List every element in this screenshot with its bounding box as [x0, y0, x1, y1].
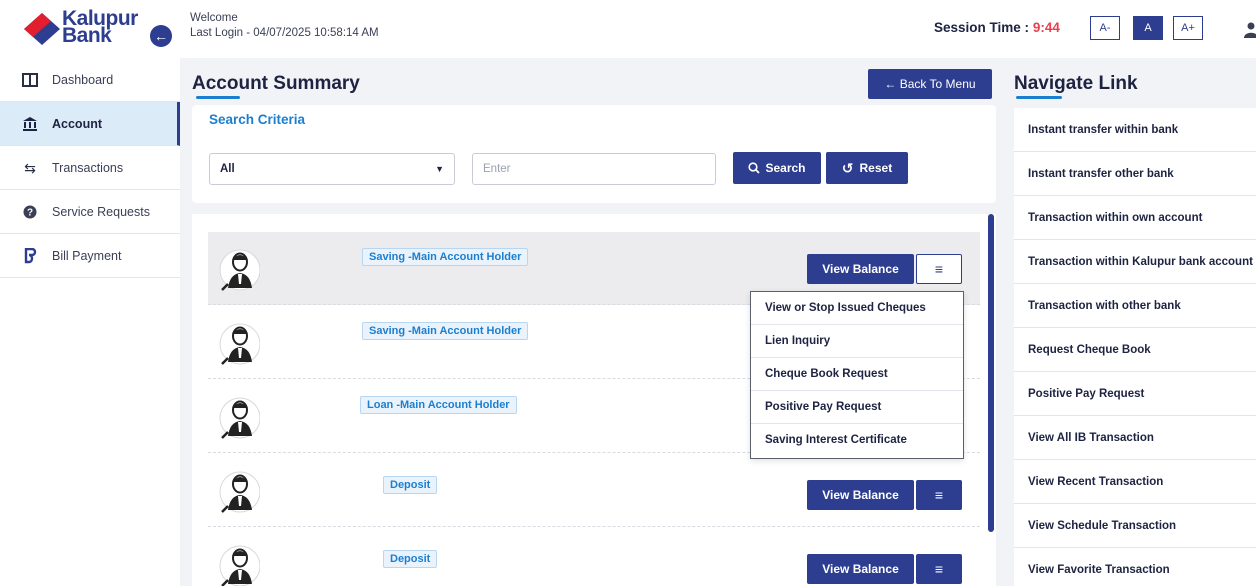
font-decrease-button[interactable]: A-: [1090, 16, 1120, 40]
account-type-badge: Deposit: [383, 550, 438, 568]
account-options-button[interactable]: ≡: [916, 554, 962, 584]
sidebar-item-bill-payment[interactable]: Bill Payment: [0, 234, 180, 278]
search-criteria-label: Search Criteria: [209, 112, 306, 127]
nav-link-view-favorite[interactable]: View Favorite Transaction: [1014, 548, 1256, 586]
sidebar-item-transactions[interactable]: ⇆ Transactions: [0, 146, 180, 190]
select-value: All: [220, 163, 235, 175]
sidebar: Dashboard Account ⇆ Transactions ? Servi…: [0, 58, 180, 586]
accounts-scrollbar[interactable]: [988, 214, 994, 532]
account-type-badge: Deposit: [383, 476, 438, 494]
search-button-label: Search: [765, 161, 806, 175]
account-holder-avatar-icon: [219, 545, 260, 586]
user-profile-icon[interactable]: [1244, 22, 1256, 38]
account-holder-avatar-icon: [219, 397, 260, 439]
welcome-text: Welcome: [190, 12, 238, 24]
account-row[interactable]: Deposit View Balance ≡: [208, 528, 980, 586]
sidebar-item-label: Transactions: [52, 160, 124, 175]
nav-link-request-cheque-book[interactable]: Request Cheque Book: [1014, 328, 1256, 372]
nav-title-underline: [1016, 96, 1062, 99]
account-type-badge: Saving -Main Account Holder: [362, 322, 529, 340]
search-criteria-panel: Search Criteria All ▼ Search ↺ Reset: [192, 105, 996, 203]
view-balance-button[interactable]: View Balance: [807, 554, 914, 584]
sidebar-item-label: Dashboard: [52, 72, 114, 87]
navigate-link-title: Navigate Link: [1014, 73, 1138, 94]
account-holder-avatar-icon: [219, 249, 260, 291]
account-options-dropdown: View or Stop Issued Cheques Lien Inquiry…: [750, 291, 964, 459]
help-circle-icon: ?: [23, 205, 37, 218]
kalupur-bank-logo[interactable]: Kalupur Bank: [24, 8, 152, 49]
last-login-text: Last Login - 04/07/2025 10:58:14 AM: [190, 27, 379, 39]
list-menu-icon: ≡: [934, 487, 944, 503]
list-menu-icon: ≡: [934, 561, 944, 577]
menu-item-view-stop-cheques[interactable]: View or Stop Issued Cheques: [751, 292, 963, 325]
account-filter-select[interactable]: All ▼: [209, 153, 455, 185]
arrow-left-icon: ←: [154, 28, 168, 44]
account-type-badge: Saving -Main Account Holder: [362, 248, 529, 266]
menu-item-saving-interest-certificate[interactable]: Saving Interest Certificate: [751, 424, 963, 457]
nav-link-view-recent[interactable]: View Recent Transaction: [1014, 460, 1256, 504]
account-row[interactable]: Deposit View Balance ≡: [208, 454, 980, 527]
dashboard-icon: [22, 72, 38, 87]
nav-link-other-bank[interactable]: Transaction with other bank: [1014, 284, 1256, 328]
view-balance-button[interactable]: View Balance: [807, 480, 914, 510]
sidebar-item-dashboard[interactable]: Dashboard: [0, 58, 180, 102]
account-type-badge: Loan -Main Account Holder: [360, 396, 517, 414]
session-label: Session Time :: [934, 20, 1030, 35]
nav-link-within-kalupur[interactable]: Transaction within Kalupur bank account: [1014, 240, 1256, 284]
svg-text:?: ?: [27, 207, 33, 218]
title-underline: [196, 96, 240, 99]
nav-link-instant-transfer-other[interactable]: Instant transfer other bank: [1014, 152, 1256, 196]
search-button[interactable]: Search: [733, 152, 821, 184]
nav-link-view-all-ib[interactable]: View All IB Transaction: [1014, 416, 1256, 460]
logo-mark-icon: [24, 13, 60, 45]
font-increase-button[interactable]: A+: [1173, 16, 1203, 40]
back-to-menu-button[interactable]: ← Back To Menu: [868, 69, 992, 99]
search-icon: [748, 162, 761, 174]
reset-button-label: Reset: [859, 161, 893, 175]
nav-link-instant-transfer-within[interactable]: Instant transfer within bank: [1014, 108, 1256, 152]
sidebar-item-label: Account: [52, 116, 102, 131]
nav-link-view-schedule[interactable]: View Schedule Transaction: [1014, 504, 1256, 548]
reset-icon: ↺: [841, 159, 854, 176]
menu-item-lien-inquiry[interactable]: Lien Inquiry: [751, 325, 963, 358]
bill-payment-icon: [24, 247, 37, 263]
font-normal-button[interactable]: A: [1133, 16, 1163, 40]
account-options-button[interactable]: ≡: [916, 480, 962, 510]
menu-item-cheque-book-request[interactable]: Cheque Book Request: [751, 358, 963, 391]
nav-link-positive-pay[interactable]: Positive Pay Request: [1014, 372, 1256, 416]
view-balance-button[interactable]: View Balance: [807, 254, 914, 284]
top-header: Kalupur Bank ← Welcome Last Login - 04/0…: [0, 0, 1256, 58]
account-options-button[interactable]: ≡: [916, 254, 962, 284]
search-input[interactable]: [472, 153, 716, 185]
account-holder-avatar-icon: [219, 323, 260, 365]
account-holder-avatar-icon: [219, 471, 260, 513]
bank-icon: [23, 116, 37, 131]
list-menu-icon: ≡: [934, 261, 944, 277]
sidebar-item-account[interactable]: Account: [0, 102, 180, 146]
session-time-value: 9:44: [1032, 20, 1060, 35]
caret-down-icon: ▼: [435, 164, 444, 174]
transfer-arrows-icon: ⇆: [24, 159, 36, 176]
collapse-sidebar-button[interactable]: ←: [150, 25, 172, 47]
sidebar-item-label: Bill Payment: [52, 248, 122, 263]
page-title: Account Summary: [192, 73, 360, 94]
menu-item-positive-pay-request[interactable]: Positive Pay Request: [751, 391, 963, 424]
welcome-block: Welcome Last Login - 04/07/2025 10:58:14…: [190, 11, 379, 41]
sidebar-item-label: Service Requests: [52, 204, 150, 219]
session-timer: Session Time : 9:44: [934, 20, 1060, 35]
nav-link-own-account[interactable]: Transaction within own account: [1014, 196, 1256, 240]
navigate-links-panel: Instant transfer within bank Instant tra…: [1014, 108, 1256, 586]
sidebar-item-service-requests[interactable]: ? Service Requests: [0, 190, 180, 234]
reset-button[interactable]: ↺ Reset: [826, 152, 908, 184]
